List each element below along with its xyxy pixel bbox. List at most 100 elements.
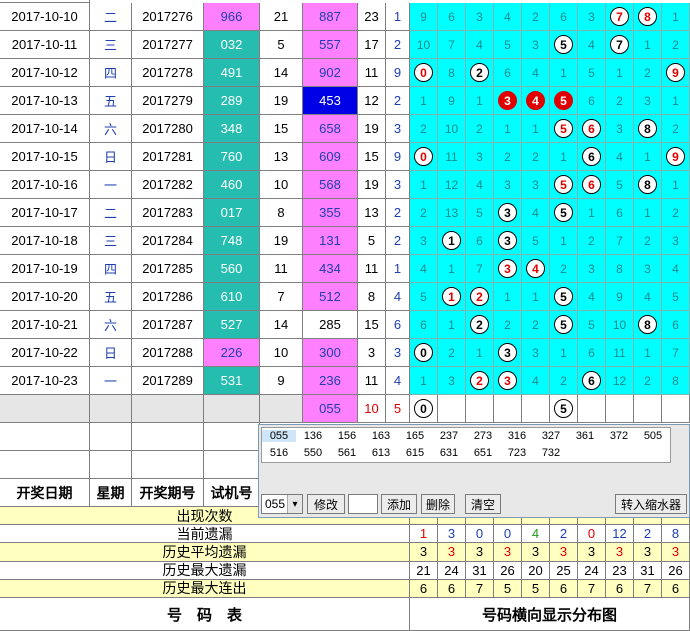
delete-button[interactable]: 删除	[421, 494, 455, 514]
dist-cell: 3	[438, 367, 466, 395]
stat-value: 3	[438, 525, 466, 544]
number-ball: 0	[414, 343, 433, 362]
dist-cell: 8	[634, 311, 662, 339]
stat-value: 20	[522, 561, 550, 580]
number-list-item[interactable]: 516	[262, 447, 296, 459]
number-ball: 0	[414, 147, 433, 166]
chevron-down-icon[interactable]: ▾	[287, 495, 302, 513]
cell-sum: 7	[260, 283, 303, 311]
number-input[interactable]	[348, 494, 378, 514]
stat-value: 31	[466, 561, 494, 580]
footer-distribution-title: 号码横向显示分布图	[410, 598, 690, 631]
dist-cell: 3	[578, 255, 606, 283]
dist-cell: 8	[606, 255, 634, 283]
dist-cell: 1	[522, 283, 550, 311]
number-ball: 1	[442, 287, 461, 306]
number-ball: 7	[610, 35, 629, 54]
clear-button[interactable]: 清空	[465, 494, 501, 514]
dist-cell: 5	[550, 115, 578, 143]
dist-cell: 1	[550, 59, 578, 87]
number-list-item[interactable]: 732	[534, 447, 568, 459]
number-list-item[interactable]: 561	[330, 447, 364, 459]
number-select[interactable]: 055 ▾	[261, 494, 303, 514]
number-list-item[interactable]: 550	[296, 447, 330, 459]
dist-cell: 6	[662, 311, 690, 339]
dist-cell: 1	[634, 339, 662, 367]
stat-value: 24	[438, 561, 466, 580]
number-list-item[interactable]: 273	[466, 430, 500, 442]
number-list-item[interactable]: 163	[364, 430, 398, 442]
number-ball: 3	[498, 231, 517, 250]
dist-cell: 3	[662, 227, 690, 255]
number-ball: 7	[610, 7, 629, 26]
number-ball: 5	[554, 203, 573, 222]
number-list-item[interactable]: 631	[432, 447, 466, 459]
header-week: 星期	[90, 479, 132, 507]
stat-label: 历史最大遗漏	[0, 561, 410, 580]
number-list-item[interactable]: 651	[466, 447, 500, 459]
stat-value: 3	[578, 543, 606, 562]
cell-date: 2017-10-10	[0, 3, 90, 31]
stat-value: 7	[466, 579, 494, 598]
number-list-item[interactable]: 055	[262, 430, 296, 442]
dist-cell: 2	[494, 311, 522, 339]
dist-cell: 1	[634, 143, 662, 171]
add-button[interactable]: 添加	[381, 494, 417, 514]
cell-test-number: 610	[204, 283, 260, 311]
number-list-item[interactable]: 723	[500, 447, 534, 459]
dist-cell: 6	[494, 59, 522, 87]
modify-button[interactable]: 修改	[307, 494, 345, 514]
cell-test-number: 226	[204, 339, 260, 367]
number-list-item[interactable]: 361	[568, 430, 602, 442]
dist-cell: 5	[578, 311, 606, 339]
dist-cell: 4	[522, 59, 550, 87]
cell-sum: 9	[260, 367, 303, 395]
number-list-item[interactable]: 372	[602, 430, 636, 442]
dist-cell: 2	[662, 199, 690, 227]
dist-cell: 5	[606, 171, 634, 199]
dist-cell: 5	[410, 283, 438, 311]
cell-week: 六	[90, 311, 132, 339]
cell-draw-number: 557	[303, 31, 358, 59]
dist-cell: 2	[466, 367, 494, 395]
cell-test-number: 560	[204, 255, 260, 283]
cell-draw-number: 512	[303, 283, 358, 311]
cell-draw-sum: 11	[358, 367, 386, 395]
cell-draw-number: 300	[303, 339, 358, 367]
number-list-item[interactable]: 615	[398, 447, 432, 459]
cell-test-number: 017	[204, 199, 260, 227]
dist-cell: 4	[522, 367, 550, 395]
number-list-item[interactable]: 237	[432, 430, 466, 442]
transfer-to-reducer-button[interactable]: 转入缩水器	[615, 494, 687, 514]
cell-draw-number: 236	[303, 367, 358, 395]
number-ball: 3	[498, 371, 517, 390]
stat-value: 7	[634, 579, 662, 598]
dist-cell: 7	[662, 339, 690, 367]
number-list-item[interactable]: 316	[500, 430, 534, 442]
number-list-item[interactable]: 165	[398, 430, 432, 442]
cell-draw-number: 131	[303, 227, 358, 255]
dist-cell: 5	[494, 31, 522, 59]
number-list-box[interactable]: 055 136 156 163 165 237 273 316 327 361 372 505 516 5…	[261, 427, 671, 463]
filter-panel: 055 136 156 163 165 237 273 316 327 361 372 505 516 5…	[258, 424, 690, 518]
dist-cell: 1	[410, 367, 438, 395]
stat-label: 历史最大连出	[0, 579, 410, 598]
cell-span: 3	[386, 171, 410, 199]
number-ball: 0	[414, 399, 433, 418]
number-ball: 2	[470, 63, 489, 82]
cell-sum: 19	[260, 227, 303, 255]
number-list-item[interactable]: 327	[534, 430, 568, 442]
dist-cell: 7	[466, 255, 494, 283]
dist-cell: 1	[494, 115, 522, 143]
number-ball: 6	[582, 371, 601, 390]
dist-cell: 10	[410, 31, 438, 59]
number-list-item[interactable]: 156	[330, 430, 364, 442]
number-list-item[interactable]: 505	[636, 430, 670, 442]
stat-value: 3	[466, 543, 494, 562]
cell-week: 三	[90, 227, 132, 255]
number-list-item[interactable]: 136	[296, 430, 330, 442]
dist-cell: 2	[410, 199, 438, 227]
dist-cell: 7	[606, 31, 634, 59]
number-list-item[interactable]: 613	[364, 447, 398, 459]
cell-draw-sum: 5	[358, 227, 386, 255]
